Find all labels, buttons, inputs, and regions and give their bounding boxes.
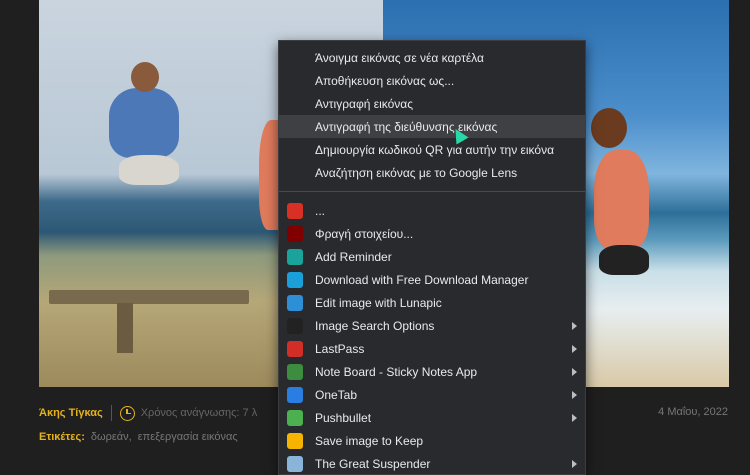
tags-row: Ετικέτες: δωρεάν, επεξεργασία εικόνας (39, 431, 238, 443)
menu-search-google-lens[interactable]: Αναζήτηση εικόνας με το Google Lens (279, 161, 585, 184)
menu-ext-pushbullet[interactable]: Pushbullet (279, 406, 585, 429)
submenu-arrow-icon (572, 322, 577, 330)
menu-item-label: Δημιουργία κωδικού QR για αυτήν την εικό… (315, 142, 555, 157)
menu-item-label: Save image to Keep (315, 433, 424, 448)
submenu-arrow-icon (572, 391, 577, 399)
author-link[interactable]: Άκης Τίγκας (39, 407, 103, 419)
jumping-woman-head (591, 108, 627, 148)
menu-item-label: Φραγή στοιχείου... (315, 226, 414, 241)
menu-ext-fdm[interactable]: Download with Free Download Manager (279, 268, 585, 291)
clock-icon (119, 405, 135, 421)
fdm-icon (287, 271, 303, 288)
pushbullet-icon (287, 409, 303, 426)
menu-ext-gmail[interactable]: ... (279, 199, 585, 222)
lastpass-icon (287, 340, 303, 357)
menu-item-label: Image Search Options (315, 318, 435, 333)
publish-date: 4 Μαΐου, 2022 (658, 406, 728, 418)
submenu-arrow-icon (572, 414, 577, 422)
menu-item-label: Pushbullet (315, 410, 372, 425)
read-time: Χρόνος ανάγνωσης: 7 λ (140, 407, 258, 419)
menu-item-label: Αποθήκευση εικόνας ως... (315, 73, 455, 88)
jumping-man-head (131, 62, 159, 92)
jumping-woman-shorts (599, 245, 649, 275)
menu-save-image-as[interactable]: Αποθήκευση εικόνας ως... (279, 69, 585, 92)
keep-icon (287, 432, 303, 449)
submenu-arrow-icon (572, 368, 577, 376)
tag-link[interactable]: επεξεργασία εικόνας (138, 431, 238, 443)
jumping-man-shorts (119, 155, 179, 185)
menu-create-qr-code[interactable]: Δημιουργία κωδικού QR για αυτήν την εικό… (279, 138, 585, 161)
gmail-icon (287, 202, 303, 219)
tags-label: Ετικέτες: (39, 431, 85, 443)
menu-copy-image[interactable]: Αντιγραφή εικόνας (279, 92, 585, 115)
menu-item-label: Άνοιγμα εικόνας σε νέα καρτέλα (315, 50, 484, 65)
jumping-man-shirt (109, 88, 179, 158)
menu-ext-lastpass[interactable]: LastPass (279, 337, 585, 360)
great-suspender-icon (287, 455, 303, 472)
menu-divider (279, 191, 585, 192)
menu-item-label: ... (315, 203, 326, 218)
jumping-woman-body (594, 150, 649, 250)
menu-ext-lunapic[interactable]: Edit image with Lunapic (279, 291, 585, 314)
context-menu: Άνοιγμα εικόνας σε νέα καρτέλα Αποθήκευσ… (278, 40, 586, 475)
menu-item-label: OneTab (315, 387, 358, 402)
image-search-icon (287, 317, 303, 334)
menu-item-label: Αντιγραφή εικόνας (315, 96, 414, 111)
menu-ext-reminder[interactable]: Add Reminder (279, 245, 585, 268)
bench (49, 290, 249, 304)
menu-ext-image-search[interactable]: Image Search Options (279, 314, 585, 337)
menu-item-label: The Great Suspender (315, 456, 431, 471)
tag-link[interactable]: δωρεάν, (91, 431, 132, 443)
menu-ext-ublock[interactable]: Φραγή στοιχείου... (279, 222, 585, 245)
menu-copy-image-address[interactable]: Αντιγραφή της διεύθυνσης εικόνας (279, 115, 585, 138)
menu-ext-note-board[interactable]: Note Board - Sticky Notes App (279, 360, 585, 383)
submenu-arrow-icon (572, 460, 577, 468)
menu-item-label: Αναζήτηση εικόνας με το Google Lens (315, 165, 518, 180)
onetab-icon (287, 386, 303, 403)
menu-item-label: Download with Free Download Manager (315, 272, 529, 287)
submenu-arrow-icon (572, 345, 577, 353)
menu-item-label: Note Board - Sticky Notes App (315, 364, 478, 379)
lunapic-icon (287, 294, 303, 311)
menu-ext-great-suspender[interactable]: The Great Suspender (279, 452, 585, 475)
menu-item-label: Edit image with Lunapic (315, 295, 442, 310)
note-board-icon (287, 363, 303, 380)
menu-item-label: Αντιγραφή της διεύθυνσης εικόνας (315, 119, 498, 134)
menu-open-image-new-tab[interactable]: Άνοιγμα εικόνας σε νέα καρτέλα (279, 46, 585, 69)
menu-item-label: Add Reminder (315, 249, 392, 264)
menu-item-label: LastPass (315, 341, 365, 356)
reminder-icon (287, 248, 303, 265)
menu-ext-onetab[interactable]: OneTab (279, 383, 585, 406)
meta-divider (110, 405, 112, 421)
bench-leg (117, 303, 133, 353)
menu-ext-keep[interactable]: Save image to Keep (279, 429, 585, 452)
article-meta: Άκης Τίγκας Χρόνος ανάγνωσης: 7 λ (39, 404, 257, 422)
ublock-icon (287, 225, 303, 242)
